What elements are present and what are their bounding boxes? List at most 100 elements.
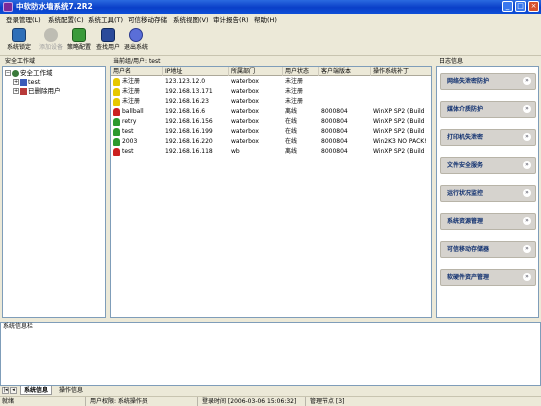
- chevron-down-icon[interactable]: »: [523, 105, 531, 113]
- column-header-username[interactable]: 用户名: [111, 67, 163, 76]
- online-user-icon: [113, 137, 120, 146]
- row-username: 未注册: [113, 87, 163, 97]
- online-user-icon: [113, 117, 120, 126]
- column-header-status[interactable]: 用户状态: [283, 67, 319, 76]
- close-button[interactable]: ×: [528, 1, 539, 12]
- table-row[interactable]: 未注册 192.168.13.171 waterbox 未注册: [111, 87, 431, 97]
- log-item-file-security[interactable]: 文件安全服务»: [440, 157, 536, 174]
- log-item-resources[interactable]: 系统资源管理»: [440, 213, 536, 230]
- tree-node-root[interactable]: − 安全工作域: [5, 69, 53, 77]
- row-status: 未注册: [285, 78, 304, 85]
- chevron-down-icon[interactable]: »: [523, 273, 531, 281]
- row-status: 离线: [285, 148, 298, 155]
- log-panel: 网络失泄密防护» 媒体介质防护» 打印机失泄密» 文件安全服务» 运行状况监控»…: [436, 66, 539, 318]
- log-item-runtime-monitor[interactable]: 运行状况监控»: [440, 185, 536, 202]
- row-os-patch: [373, 87, 431, 97]
- tree-node-deleted-users[interactable]: + 已删除用户: [13, 87, 61, 95]
- collapse-icon[interactable]: −: [5, 70, 11, 76]
- online-user-icon: [113, 127, 120, 136]
- chevron-down-icon[interactable]: »: [523, 217, 531, 225]
- tab-operation-info[interactable]: 操作信息: [56, 386, 86, 395]
- row-os-patch: WinXP SP2 (Build: [373, 148, 425, 155]
- row-client-version: 8000804: [321, 108, 348, 115]
- menu-login[interactable]: 登录管理(L): [6, 15, 41, 25]
- status-ready: 就绪: [0, 397, 86, 406]
- chevron-down-icon[interactable]: »: [523, 77, 531, 85]
- row-username: 未注册: [113, 77, 163, 87]
- row-ip: 192.168.16.156: [165, 118, 213, 125]
- row-status: 在线: [285, 118, 298, 125]
- system-message-panel: 系统信息栏: [0, 322, 541, 386]
- row-ip: 192.168.16.6: [165, 108, 206, 115]
- table-row[interactable]: retry 192.168.16.156 waterbox 在线 8000804 WinX…: [111, 117, 431, 127]
- log-item-assets[interactable]: 软硬件资产管理»: [440, 269, 536, 286]
- lock-icon: [12, 28, 26, 42]
- offline-user-icon: [113, 147, 120, 156]
- user-table: 用户名 IP地址 所属部门 用户状态 客户端版本 操作系统补丁 未注册 123.1…: [110, 66, 432, 318]
- row-department: waterbox: [231, 98, 259, 105]
- column-header-ip[interactable]: IP地址: [163, 67, 229, 76]
- row-os-patch: WinXP SP2 (Build: [373, 108, 425, 115]
- table-row[interactable]: 2003 192.168.16.220 waterbox 在线 8000804 Win2K…: [111, 137, 431, 147]
- row-department: waterbox: [231, 118, 259, 125]
- row-client-version: [321, 77, 371, 87]
- add-device-icon: [44, 28, 58, 42]
- prev-tab-icon[interactable]: ◂: [10, 387, 17, 394]
- exit-system-button[interactable]: 退出系统: [119, 28, 153, 54]
- row-ip: 192.168.16.118: [165, 148, 213, 155]
- column-header-os-patch[interactable]: 操作系统补丁: [371, 67, 431, 76]
- table-row[interactable]: ballball 192.168.16.6 waterbox 离线 8000804 Win…: [111, 107, 431, 117]
- column-header-client-version[interactable]: 客户端版本: [319, 67, 371, 76]
- status-admin-node: 管理节点 [3]: [310, 398, 345, 405]
- menu-tools[interactable]: 系统工具(T): [88, 15, 123, 25]
- row-os-patch: WinXP SP2 (Build: [373, 128, 425, 135]
- log-item-printer[interactable]: 打印机失泄密»: [440, 129, 536, 146]
- row-os-patch: Win2K3 NO PACK!: [373, 138, 427, 145]
- minimize-button[interactable]: _: [502, 1, 513, 12]
- row-client-version: [321, 97, 371, 107]
- log-item-media[interactable]: 媒体介质防护»: [440, 101, 536, 118]
- table-row[interactable]: test 192.168.16.199 waterbox 在线 8000804 WinXP…: [111, 127, 431, 137]
- tree-header: 安全工作域: [2, 58, 106, 66]
- row-ip: 192.168.16.23: [165, 98, 209, 105]
- lock-system-button[interactable]: 系统锁定: [2, 28, 36, 54]
- menu-report[interactable]: 审计报告(R): [213, 15, 249, 25]
- row-username: test: [113, 127, 163, 137]
- table-row[interactable]: 未注册 123.123.12.0 waterbox 未注册: [111, 77, 431, 87]
- row-username: ballball: [113, 107, 163, 117]
- expand-icon[interactable]: +: [13, 79, 19, 85]
- chevron-down-icon[interactable]: »: [523, 133, 531, 141]
- chevron-down-icon[interactable]: »: [523, 161, 531, 169]
- row-status: 离线: [285, 108, 298, 115]
- message-panel-header: 系统信息栏: [3, 323, 34, 330]
- table-row[interactable]: test 192.168.16.118 wb 离线 8000804 WinXP SP2 (…: [111, 147, 431, 157]
- row-department: waterbox: [231, 108, 259, 115]
- domain-tree: − 安全工作域 + test + 已删除用户: [2, 66, 106, 318]
- column-header-department[interactable]: 所属部门: [229, 67, 283, 76]
- menu-help[interactable]: 帮助(H): [254, 15, 277, 25]
- tree-node-test[interactable]: + test: [13, 78, 40, 86]
- row-department: waterbox: [231, 88, 259, 95]
- chevron-down-icon[interactable]: »: [523, 245, 531, 253]
- expand-icon[interactable]: +: [13, 88, 19, 94]
- tab-system-info[interactable]: 系统信息: [20, 386, 53, 395]
- menu-config[interactable]: 系统配置(C): [48, 15, 84, 25]
- row-username: retry: [113, 117, 163, 127]
- app-icon: [3, 2, 13, 12]
- log-item-trusted-storage[interactable]: 可信移动存储器»: [440, 241, 536, 258]
- window-title: 中软防水墙系统7.2R2: [16, 2, 93, 11]
- row-client-version: 8000804: [321, 148, 348, 155]
- status-bar: 就绪 用户权限: 系统操作员 登录时间 [2006-03-06 15:06:32…: [0, 396, 541, 406]
- exit-icon: [129, 28, 143, 42]
- menu-bar: 登录管理(L) 系统配置(C) 系统工具(T) 可信移动存储 系统视图(V) 审…: [0, 14, 541, 26]
- maximize-button[interactable]: □: [515, 1, 526, 12]
- domain-icon: [12, 69, 19, 77]
- log-item-network[interactable]: 网络失泄密防护»: [440, 73, 536, 90]
- first-tab-icon[interactable]: |◂: [2, 387, 9, 394]
- menu-trusted-storage[interactable]: 可信移动存储: [128, 15, 167, 25]
- table-row[interactable]: 未注册 192.168.16.23 waterbox 未注册: [111, 97, 431, 107]
- menu-view[interactable]: 系统视图(V): [173, 15, 209, 25]
- row-os-patch: WinXP SP2 (Build: [373, 118, 425, 125]
- offline-user-icon: [113, 107, 120, 116]
- chevron-down-icon[interactable]: »: [523, 189, 531, 197]
